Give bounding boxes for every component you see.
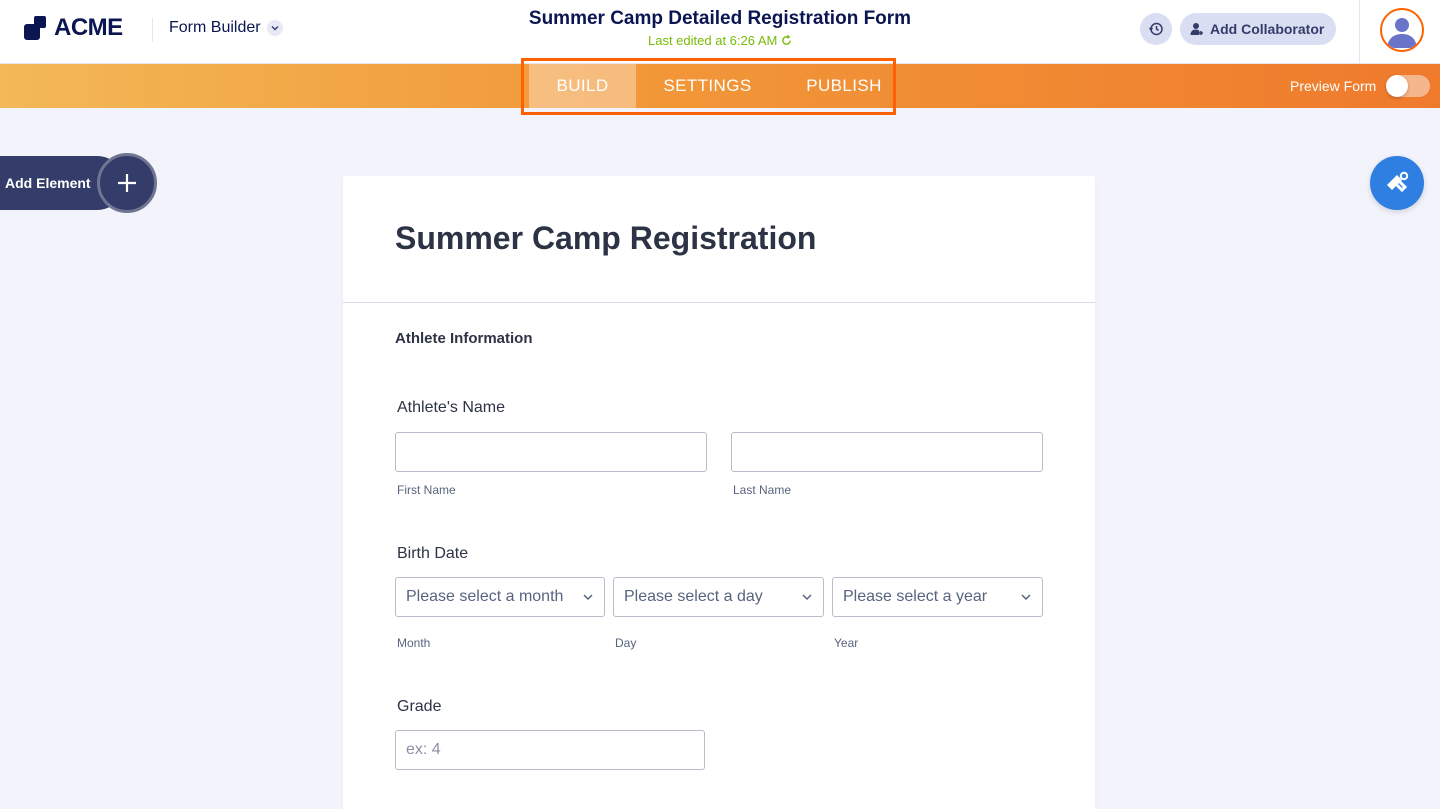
section-heading[interactable]: Athlete Information <box>395 330 533 347</box>
chevron-down-icon <box>1021 594 1031 601</box>
add-element-plus-button[interactable] <box>97 153 157 213</box>
header-divider-right <box>1359 0 1360 64</box>
month-select[interactable]: Please select a month <box>395 577 605 617</box>
add-user-icon <box>1190 23 1203 35</box>
year-sublabel: Year <box>834 636 859 650</box>
add-collaborator-button[interactable]: Add Collaborator <box>1180 13 1337 45</box>
year-select-value: Please select a year <box>843 588 988 605</box>
builder-nav-bar: BUILD SETTINGS PUBLISH Preview Form <box>0 58 1440 115</box>
day-sublabel: Day <box>615 636 637 650</box>
form-header[interactable]: Summer Camp Registration <box>343 176 1095 303</box>
form-heading[interactable]: Summer Camp Registration <box>395 220 816 257</box>
revision-history-button[interactable] <box>1140 13 1172 45</box>
preview-form-label: Preview Form <box>1290 78 1377 94</box>
top-header: ACME Form Builder Summer Camp Detailed R… <box>0 0 1440 64</box>
form-designer-button[interactable] <box>1370 156 1424 210</box>
month-sublabel: Month <box>397 636 431 650</box>
day-select[interactable]: Please select a day <box>613 577 824 617</box>
add-element-label: Add Element <box>5 175 91 191</box>
athlete-name-label[interactable]: Athlete's Name <box>397 399 505 417</box>
refresh-icon <box>782 34 791 45</box>
preview-form-control: Preview Form <box>1290 64 1431 108</box>
plus-icon <box>118 174 136 192</box>
paint-roller-icon <box>1387 171 1409 193</box>
first-name-sublabel: First Name <box>397 483 456 497</box>
grade-input[interactable] <box>395 730 705 770</box>
year-select[interactable]: Please select a year <box>832 577 1043 617</box>
preview-form-toggle[interactable] <box>1386 75 1431 97</box>
toggle-knob <box>1386 75 1409 97</box>
add-collaborator-label: Add Collaborator <box>1210 21 1325 37</box>
user-avatar-icon <box>1387 18 1417 48</box>
first-name-input[interactable] <box>395 432 707 472</box>
month-select-value: Please select a month <box>406 588 564 605</box>
day-select-value: Please select a day <box>624 588 763 605</box>
history-icon <box>1148 22 1163 36</box>
last-name-input[interactable] <box>731 432 1043 472</box>
chevron-down-icon <box>583 594 593 601</box>
last-name-sublabel: Last Name <box>733 483 792 497</box>
last-edited-text: Last edited at 6:26 AM <box>648 33 778 48</box>
form-card: Summer Camp Registration Athlete Informa… <box>343 176 1095 809</box>
avatar[interactable] <box>1380 8 1424 52</box>
grade-label[interactable]: Grade <box>397 698 441 716</box>
chevron-down-icon <box>802 594 812 601</box>
tabs-highlight-frame <box>521 58 896 115</box>
birth-date-label[interactable]: Birth Date <box>397 545 468 563</box>
